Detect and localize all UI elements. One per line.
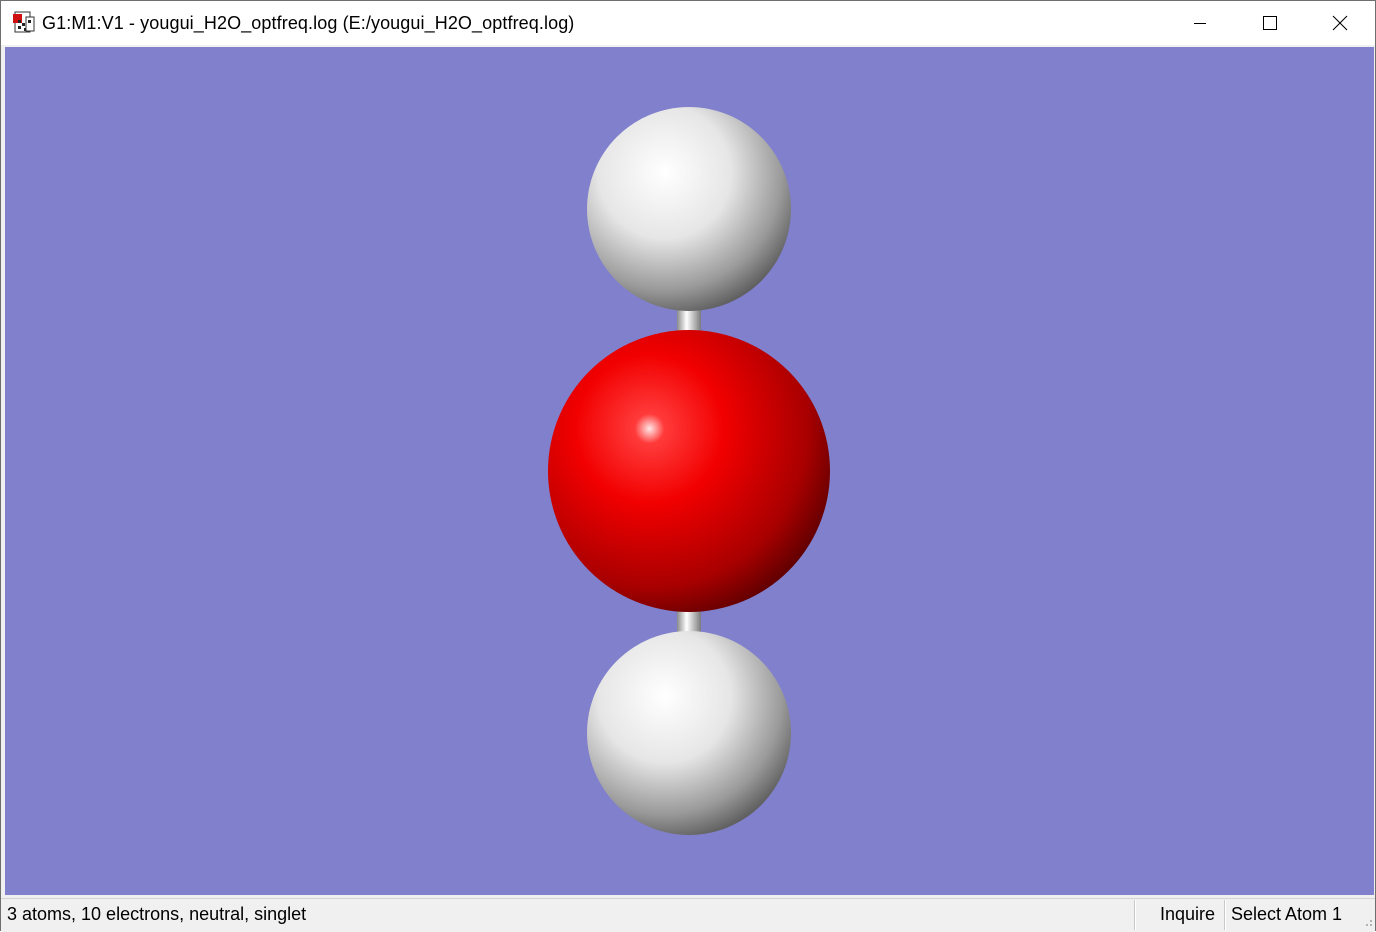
close-icon xyxy=(1332,15,1348,31)
molecule-viewport[interactable] xyxy=(5,47,1374,895)
minimize-button[interactable] xyxy=(1165,1,1235,45)
status-divider xyxy=(1224,900,1225,930)
window-controls xyxy=(1165,1,1375,45)
hydrogen-atom-top[interactable] xyxy=(587,107,791,311)
molecule-canvas[interactable] xyxy=(5,47,1374,895)
hydrogen-atom-bottom[interactable] xyxy=(587,631,791,835)
status-bar: 3 atoms, 10 electrons, neutral, singlet … xyxy=(1,898,1375,932)
document-app-icon xyxy=(13,11,35,33)
title-bar[interactable]: G1:M1:V1 - yougui_H2O_optfreq.log (E:/yo… xyxy=(1,1,1375,45)
close-button[interactable] xyxy=(1305,1,1375,45)
maximize-icon xyxy=(1263,16,1277,30)
oxygen-atom[interactable] xyxy=(548,330,830,612)
maximize-button[interactable] xyxy=(1235,1,1305,45)
resize-grip-icon[interactable] xyxy=(1355,899,1375,931)
status-divider xyxy=(1134,900,1135,930)
app-window: G1:M1:V1 - yougui_H2O_optfreq.log (E:/yo… xyxy=(0,0,1376,932)
window-title: G1:M1:V1 - yougui_H2O_optfreq.log (E:/yo… xyxy=(42,12,575,33)
molecule-info: 3 atoms, 10 electrons, neutral, singlet xyxy=(7,904,307,924)
minimize-icon xyxy=(1194,23,1206,24)
mode-indicator: Inquire xyxy=(1160,904,1216,924)
action-indicator: Select Atom 1 xyxy=(1231,904,1343,924)
